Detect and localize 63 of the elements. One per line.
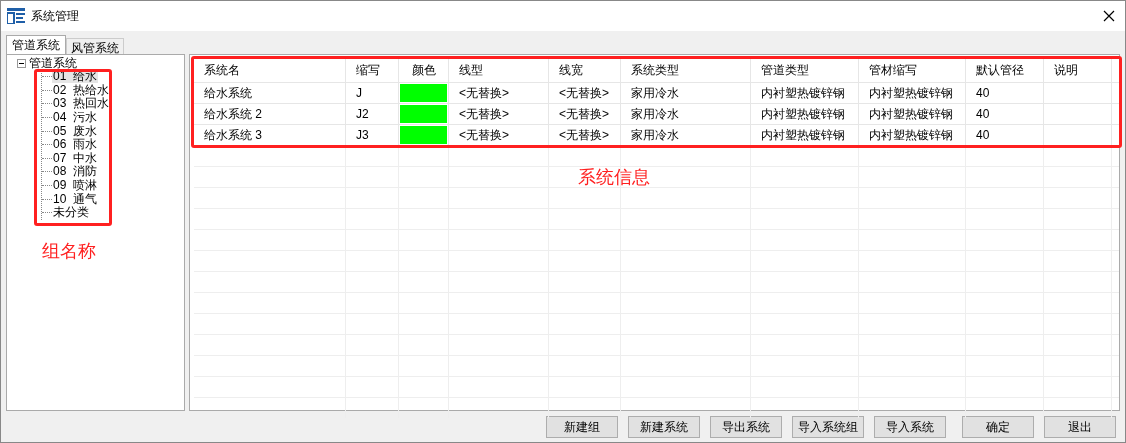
table-cell: 给水系统 3	[194, 125, 346, 145]
dialog-button[interactable]: 新建组	[546, 416, 618, 438]
table-cell: J3	[346, 125, 399, 145]
column-header[interactable]: 线宽	[549, 57, 621, 82]
column-header[interactable]: 管道类型	[751, 57, 859, 82]
table-cell: <无替换>	[449, 83, 549, 103]
annotation-label: 组名称	[42, 240, 96, 263]
column-header[interactable]: 系统类型	[621, 57, 751, 82]
tree-item[interactable]: 04 污水	[52, 111, 98, 125]
column-header[interactable]: 颜色	[399, 57, 449, 82]
table-cell: 内衬塑热镀锌钢	[751, 104, 859, 124]
tree-item[interactable]: 10 通气	[52, 192, 98, 206]
table-cell: J	[346, 83, 399, 103]
dialog-button[interactable]: 导入系统组	[792, 416, 864, 438]
table-cell: 40	[966, 83, 1044, 103]
tree-item[interactable]: 未分类	[52, 206, 90, 220]
table-cell: 40	[966, 125, 1044, 145]
column-header[interactable]: 系统名	[194, 57, 346, 82]
tree-item[interactable]: 09 喷淋	[52, 179, 98, 193]
table-cell: 内衬塑热镀锌钢	[859, 83, 966, 103]
table-cell: 给水系统	[194, 83, 346, 103]
tree-root-label[interactable]: 管道系统	[29, 57, 77, 70]
column-header[interactable]: 说明	[1044, 57, 1112, 82]
column-header[interactable]: 线型	[449, 57, 549, 82]
table-cell: 40	[966, 104, 1044, 124]
collapse-toggle[interactable]	[17, 59, 26, 68]
table-cell: 家用冷水	[621, 83, 751, 103]
tree-item[interactable]: 07 中水	[52, 151, 98, 165]
annotation-label: 系统信息	[578, 166, 650, 189]
table-cell: <无替换>	[549, 104, 621, 124]
table-cell: 家用冷水	[621, 104, 751, 124]
dialog-button[interactable]: 新建系统	[628, 416, 700, 438]
color-swatch[interactable]	[400, 105, 447, 123]
tree-item[interactable]: 08 消防	[52, 165, 98, 179]
column-header[interactable]: 默认管径	[966, 57, 1044, 82]
tab[interactable]: 风管系统	[66, 38, 124, 54]
color-swatch[interactable]	[400, 84, 447, 102]
dialog-button[interactable]: 导出系统	[710, 416, 782, 438]
tab[interactable]: 管道系统	[6, 35, 66, 54]
table-cell: 内衬塑热镀锌钢	[859, 125, 966, 145]
tree-item[interactable]: 03 热回水	[52, 97, 110, 111]
table-cell: <无替换>	[549, 125, 621, 145]
table-cell: <无替换>	[449, 125, 549, 145]
tree-item[interactable]: 02 热给水	[52, 83, 110, 97]
dialog-button[interactable]: 导入系统	[874, 416, 946, 438]
table-cell: 内衬塑热镀锌钢	[859, 104, 966, 124]
column-header[interactable]: 缩写	[346, 57, 399, 82]
dialog-button[interactable]: 确定	[962, 416, 1034, 438]
tree-item[interactable]: 06 雨水	[52, 138, 98, 152]
table-cell: <无替换>	[549, 83, 621, 103]
table-cell: <无替换>	[449, 104, 549, 124]
window-title: 系统管理	[31, 8, 79, 25]
tree-item[interactable]: 05 废水	[52, 124, 98, 138]
close-icon[interactable]	[1103, 10, 1115, 22]
table-cell: J2	[346, 104, 399, 124]
color-swatch[interactable]	[400, 126, 447, 144]
column-header[interactable]: 管材缩写	[859, 57, 966, 82]
dialog-button[interactable]: 退出	[1044, 416, 1116, 438]
table-cell: 内衬塑热镀锌钢	[751, 125, 859, 145]
app-logo-icon	[7, 8, 25, 24]
table-cell: 家用冷水	[621, 125, 751, 145]
table-cell: 给水系统 2	[194, 104, 346, 124]
table-cell: 内衬塑热镀锌钢	[751, 83, 859, 103]
